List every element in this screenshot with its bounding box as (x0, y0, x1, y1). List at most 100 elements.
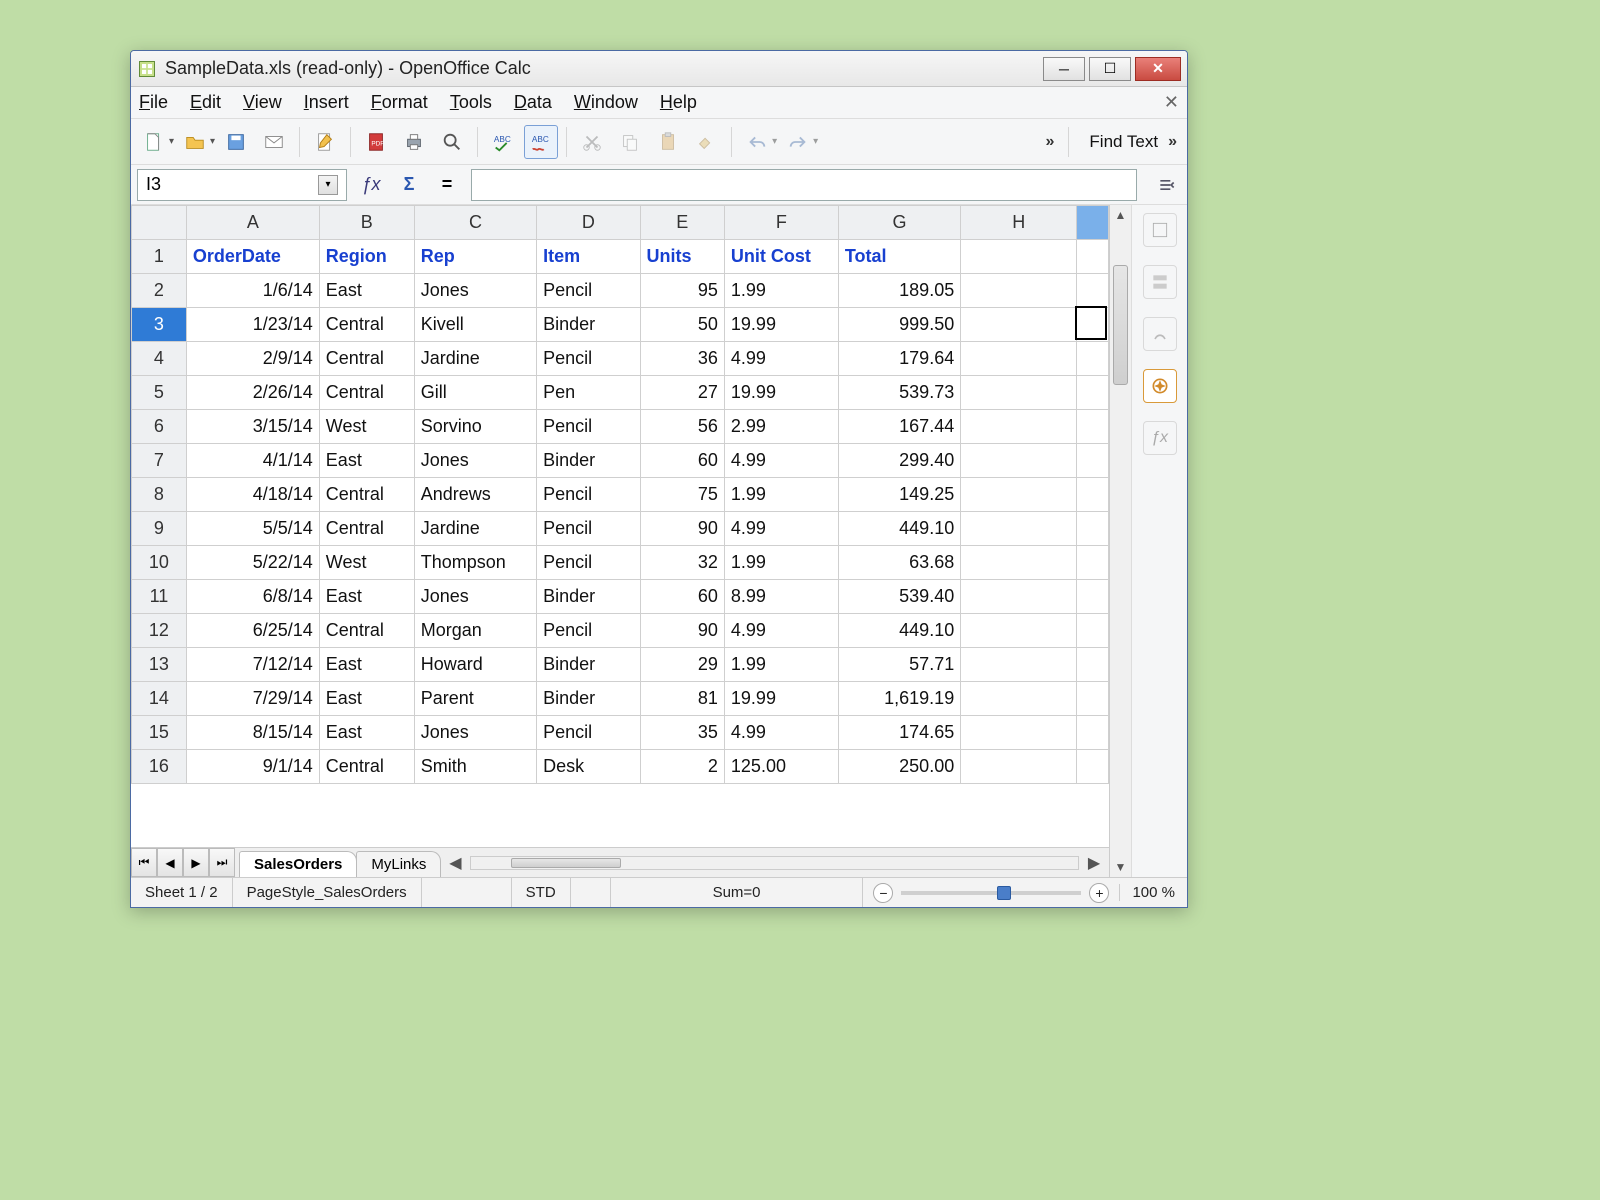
redo-button[interactable] (781, 125, 815, 159)
cell[interactable]: 36 (640, 342, 724, 376)
sidebar-styles-icon[interactable] (1143, 265, 1177, 299)
function-wizard-button[interactable]: ƒx (357, 171, 385, 199)
cut-button[interactable] (575, 125, 609, 159)
cell[interactable]: East (319, 580, 414, 614)
export-pdf-button[interactable]: PDF (359, 125, 393, 159)
cell[interactable]: Binder (537, 308, 640, 342)
menu-view[interactable]: View (243, 92, 282, 113)
cell[interactable] (1077, 308, 1109, 342)
cell[interactable]: 149.25 (838, 478, 960, 512)
cell[interactable]: 4.99 (724, 342, 838, 376)
row-header[interactable]: 16 (132, 750, 187, 784)
row-header[interactable]: 14 (132, 682, 187, 716)
sidebar-functions-icon[interactable]: ƒx (1143, 421, 1177, 455)
cell[interactable]: 19.99 (724, 308, 838, 342)
cell[interactable]: West (319, 410, 414, 444)
cell[interactable]: 63.68 (838, 546, 960, 580)
cell[interactable]: West (319, 546, 414, 580)
toolbar-overflow-2[interactable]: » (1164, 133, 1181, 151)
cell[interactable]: Central (319, 512, 414, 546)
cell[interactable] (961, 648, 1077, 682)
cell[interactable]: Pencil (537, 614, 640, 648)
cell[interactable]: 449.10 (838, 614, 960, 648)
col-header[interactable]: G (838, 206, 960, 240)
cell[interactable]: Pencil (537, 410, 640, 444)
cell[interactable]: 95 (640, 274, 724, 308)
cell[interactable]: 1/6/14 (186, 274, 319, 308)
menu-help[interactable]: Help (660, 92, 697, 113)
formula-input[interactable] (471, 169, 1137, 201)
cell[interactable]: 4/1/14 (186, 444, 319, 478)
cell[interactable]: Morgan (414, 614, 536, 648)
cell[interactable]: 19.99 (724, 682, 838, 716)
cell[interactable]: 1.99 (724, 274, 838, 308)
row-header[interactable]: 10 (132, 546, 187, 580)
cell[interactable]: Central (319, 614, 414, 648)
zoom-slider-track[interactable] (901, 891, 1081, 895)
cell[interactable]: 999.50 (838, 308, 960, 342)
new-document-button[interactable] (137, 125, 171, 159)
vscroll-thumb[interactable] (1113, 265, 1128, 385)
sheet-tab[interactable]: MyLinks (356, 851, 441, 877)
cell[interactable]: East (319, 274, 414, 308)
col-header[interactable]: B (319, 206, 414, 240)
vscroll-down[interactable]: ▼ (1110, 857, 1131, 877)
zoom-slider-thumb[interactable] (997, 886, 1011, 900)
cell[interactable] (1077, 614, 1109, 648)
status-sum[interactable]: Sum=0 (611, 878, 864, 907)
cell[interactable]: 29 (640, 648, 724, 682)
zoom-percent[interactable]: 100 % (1119, 884, 1187, 901)
cell[interactable]: 50 (640, 308, 724, 342)
cell[interactable]: 32 (640, 546, 724, 580)
cell[interactable]: Binder (537, 444, 640, 478)
cell[interactable]: Region (319, 240, 414, 274)
cell[interactable]: 6/8/14 (186, 580, 319, 614)
cell[interactable]: OrderDate (186, 240, 319, 274)
cell[interactable] (1077, 716, 1109, 750)
cell[interactable]: 174.65 (838, 716, 960, 750)
zoom-out-button[interactable]: − (873, 883, 893, 903)
cell[interactable]: 4.99 (724, 512, 838, 546)
status-pagestyle[interactable]: PageStyle_SalesOrders (233, 878, 422, 907)
hscroll-thumb[interactable] (511, 858, 621, 868)
col-header[interactable]: C (414, 206, 536, 240)
copy-button[interactable] (613, 125, 647, 159)
name-box[interactable]: I3 ▾ (137, 169, 347, 201)
cell[interactable] (961, 274, 1077, 308)
cell[interactable] (961, 444, 1077, 478)
cell[interactable]: 2/9/14 (186, 342, 319, 376)
save-button[interactable] (219, 125, 253, 159)
sidebar-properties-icon[interactable] (1143, 213, 1177, 247)
cell[interactable] (961, 750, 1077, 784)
cell[interactable]: Central (319, 342, 414, 376)
horizontal-scrollbar[interactable]: ◀ ▶ (440, 848, 1109, 877)
sidebar-navigator-icon[interactable] (1143, 369, 1177, 403)
cell[interactable]: 6/25/14 (186, 614, 319, 648)
auto-spellcheck-button[interactable]: ABC (524, 125, 558, 159)
cell[interactable]: 125.00 (724, 750, 838, 784)
cell[interactable]: 299.40 (838, 444, 960, 478)
col-header-partial[interactable] (1077, 206, 1109, 240)
cell[interactable] (961, 478, 1077, 512)
cell[interactable] (961, 308, 1077, 342)
cell[interactable]: 60 (640, 580, 724, 614)
cell[interactable]: 90 (640, 614, 724, 648)
cell[interactable] (1077, 240, 1109, 274)
cell[interactable]: 539.73 (838, 376, 960, 410)
cell[interactable] (1077, 410, 1109, 444)
cell[interactable]: Gill (414, 376, 536, 410)
cell[interactable]: 449.10 (838, 512, 960, 546)
cell[interactable] (1077, 478, 1109, 512)
spellcheck-button[interactable]: ABC (486, 125, 520, 159)
cell[interactable] (961, 546, 1077, 580)
cell[interactable]: Jardine (414, 342, 536, 376)
cell[interactable] (961, 240, 1077, 274)
cell[interactable]: Binder (537, 580, 640, 614)
cell[interactable]: 250.00 (838, 750, 960, 784)
cell[interactable]: Total (838, 240, 960, 274)
cell[interactable] (961, 682, 1077, 716)
close-button[interactable]: ✕ (1135, 57, 1181, 81)
cell[interactable] (1077, 274, 1109, 308)
print-button[interactable] (397, 125, 431, 159)
zoom-in-button[interactable]: + (1089, 883, 1109, 903)
